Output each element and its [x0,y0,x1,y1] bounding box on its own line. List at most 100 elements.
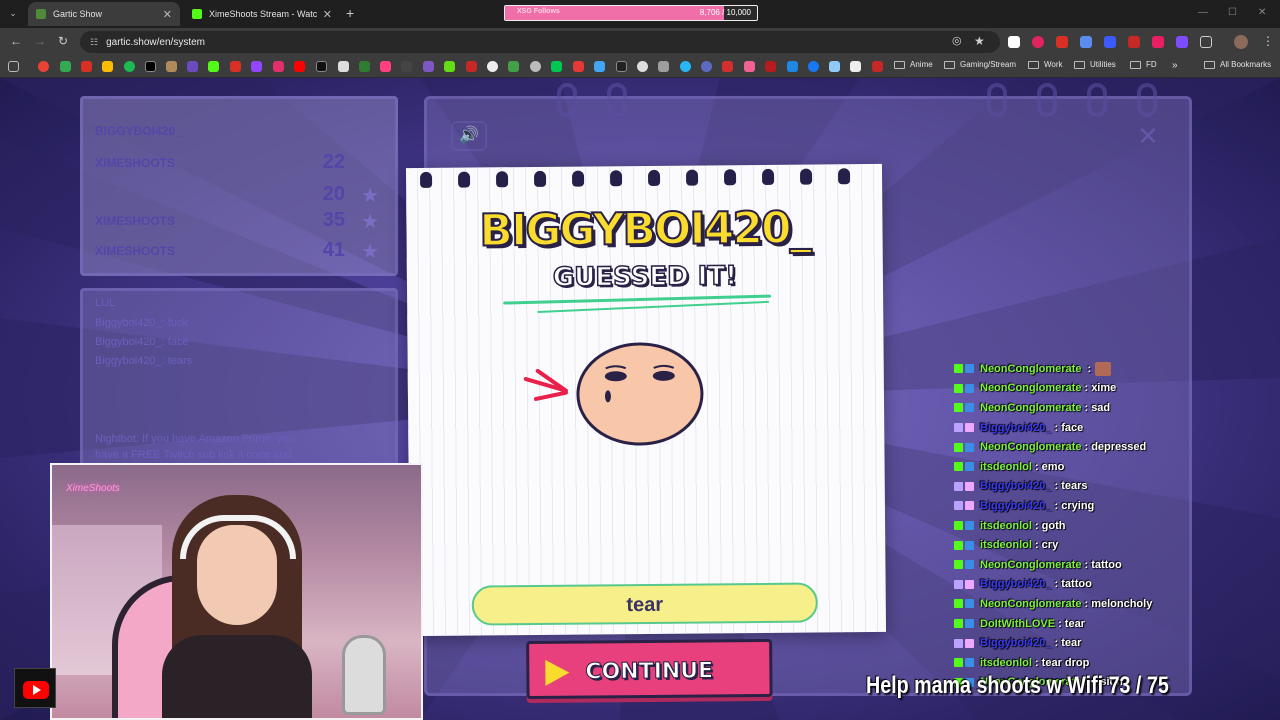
tab-ximeshoots-stream[interactable]: XimeShoots Stream - Watch Live ✕ [184,2,340,26]
chat-username[interactable]: NeonConglomerate [980,402,1081,414]
x-bookmark-icon[interactable] [145,61,156,72]
bookmark-icon[interactable] [658,61,669,72]
bookmark-icon[interactable] [81,61,92,72]
extension-icon[interactable] [1128,36,1140,48]
instagram-bookmark-icon[interactable] [273,61,284,72]
folder-icon [894,60,905,69]
chat-username[interactable]: itsdeonlol [980,461,1032,473]
tab-title: Gartic Show [53,9,103,19]
bookmark-icon[interactable] [680,61,691,72]
kick-badge-icon [954,442,963,452]
bookmark-icon[interactable] [637,61,648,72]
chat-username[interactable]: Biggyboi420_ [980,578,1052,590]
bookmark-icon[interactable] [102,61,113,72]
chat-username[interactable]: Biggyboi420_ [980,637,1052,649]
bookmark-icon[interactable] [508,61,519,72]
bookmark-icon[interactable] [722,61,733,72]
bookmark-icon[interactable] [487,61,498,72]
facebook-bookmark-icon[interactable] [808,61,819,72]
bookmark-icon[interactable] [829,61,840,72]
reload-icon[interactable]: ↻ [58,34,68,48]
site-info-icon[interactable]: ☷ [90,37,98,48]
bookmark-folder-gaming-stream[interactable]: Gaming/Stream [944,60,1016,69]
chat-username[interactable]: Biggyboi420_ [980,480,1052,492]
chat-username[interactable]: NeonConglomerate [980,363,1081,375]
binder-ring [1087,83,1107,117]
chat-text: : tear drop [1034,656,1090,669]
bookmark-icon[interactable] [616,61,627,72]
twitch-bookmark-icon[interactable] [251,61,262,72]
bookmark-icon[interactable] [60,61,71,72]
google-bookmark-icon[interactable] [38,61,49,72]
bookmark-icon[interactable] [466,61,477,72]
chat-username[interactable]: NeonConglomerate [980,598,1081,610]
extension-icon[interactable] [1104,36,1116,48]
extensions-puzzle-icon[interactable] [1200,36,1212,48]
bookmark-icon[interactable] [230,61,241,72]
address-bar[interactable]: ☷ gartic.show/en/system [80,31,1000,53]
bookmark-icon[interactable] [444,61,455,72]
chat-username[interactable]: NeonConglomerate [980,382,1081,394]
apps-grid-icon[interactable] [8,61,19,72]
kick-bookmark-icon[interactable] [208,61,219,72]
avatar[interactable] [1234,35,1248,49]
new-tab-button[interactable]: + [346,5,354,21]
bookmark-folder-utilities[interactable]: Utilities [1074,60,1116,69]
extension-icon[interactable] [1032,36,1044,48]
close-tab-icon[interactable]: ✕ [323,8,332,21]
back-icon[interactable]: ← [10,34,22,48]
sound-toggle-button[interactable]: 🔊 [451,121,487,151]
forward-icon[interactable]: → [34,34,46,48]
close-tab-icon[interactable]: ✕ [163,8,172,21]
bookmark-icon[interactable] [423,61,434,72]
tab-search-icon[interactable]: ⌄ [6,6,20,20]
chat-username[interactable]: NeonConglomerate [980,559,1081,571]
bookmark-icon[interactable] [401,61,412,72]
chat-username[interactable]: itsdeonlol [980,657,1032,669]
bookmark-icon[interactable] [338,61,349,72]
bookmark-icon[interactable] [850,61,861,72]
bookmark-icon[interactable] [787,61,798,72]
extension-icon[interactable] [1080,36,1092,48]
bookmark-folder-work[interactable]: Work [1028,60,1063,69]
extension-icon[interactable] [1008,36,1020,48]
bookmark-icon[interactable] [701,61,712,72]
chat-username[interactable]: itsdeonlol [980,520,1032,532]
menu-kebab-icon[interactable]: ⋮ [1262,34,1274,48]
chat-username[interactable]: Biggyboi420_ [980,422,1052,434]
continue-button[interactable]: CONTINUE [526,638,773,700]
bookmark-icon[interactable] [530,61,541,72]
chat-username[interactable]: DoItWithLOVE [980,618,1055,630]
bookmark-icon[interactable] [551,61,562,72]
youtube-bookmark-icon[interactable] [294,61,305,72]
chat-username[interactable]: NeonConglomerate [980,441,1081,453]
bookmark-icon[interactable] [872,61,883,72]
chat-username[interactable]: Biggyboi420_ [980,500,1052,512]
bookmark-folder-anime[interactable]: Anime [894,60,933,69]
chat-username[interactable]: itsdeonlol [980,539,1032,551]
bookmark-icon[interactable] [594,61,605,72]
eye-off-icon[interactable]: ◎ [952,34,962,47]
game-chat-line: Biggyboi420_: fuck [95,317,188,329]
minimize-button[interactable]: — [1198,7,1208,18]
tiktok-bookmark-icon[interactable] [316,61,327,72]
bookmark-icon[interactable] [744,61,755,72]
all-bookmarks-button[interactable]: All Bookmarks [1204,60,1271,69]
bookmark-icon[interactable] [187,61,198,72]
spotify-bookmark-icon[interactable] [124,61,135,72]
bookmark-icon[interactable] [573,61,584,72]
bookmarks-overflow-button[interactable]: » [1172,60,1178,71]
bookmark-icon[interactable] [765,61,776,72]
close-window-button[interactable]: ✕ [1258,7,1266,18]
extension-icon[interactable] [1152,36,1164,48]
bookmark-icon[interactable] [380,61,391,72]
bookmark-icon[interactable] [359,61,370,72]
extension-icon[interactable] [1176,36,1188,48]
maximize-button[interactable]: ☐ [1228,7,1237,18]
tab-gartic-show[interactable]: Gartic Show ✕ [28,2,180,26]
bookmark-folder-fd[interactable]: FD [1130,60,1157,69]
bookmark-star-icon[interactable]: ★ [974,34,985,48]
bookmark-icon[interactable] [166,61,177,72]
extension-icon[interactable] [1056,36,1068,48]
close-icon[interactable]: ✕ [1133,121,1163,151]
